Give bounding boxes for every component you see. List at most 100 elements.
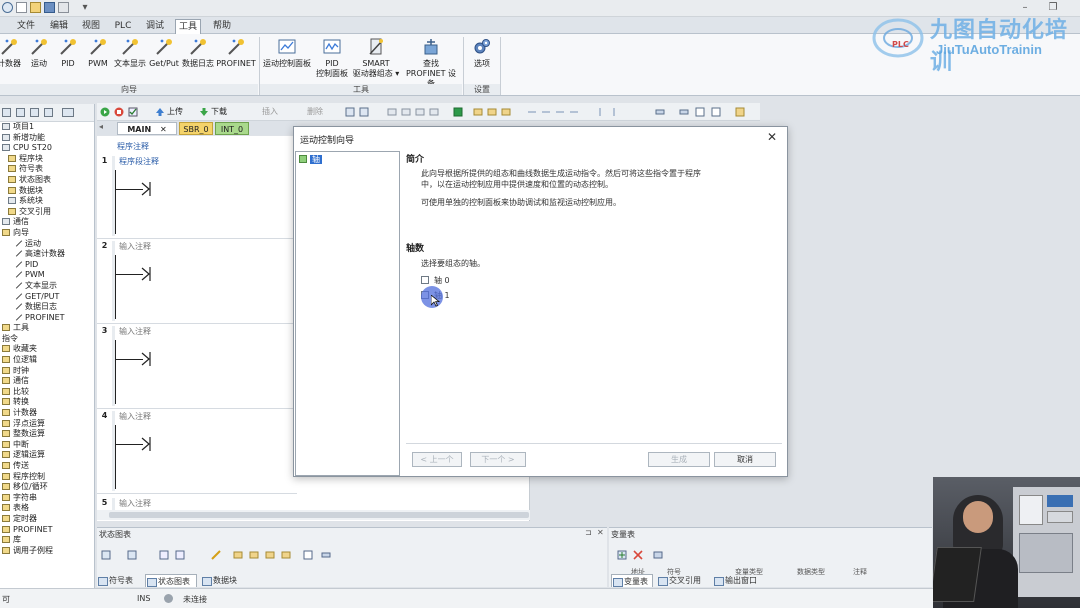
tree-item[interactable]: 文本显示 [0,281,94,292]
ribbon-options-button[interactable]: 选项 [466,37,498,69]
toolbar-icon[interactable] [429,107,439,117]
toolbar-icon[interactable] [541,107,551,117]
tree-item[interactable]: 移位/循环 [0,482,94,493]
tree-item[interactable]: CPU ST20 [0,143,94,154]
tree-item[interactable]: 逻辑运算 [0,450,94,461]
toolbar-icon[interactable] [569,107,579,117]
ribbon-pwm-button[interactable]: PWM [85,37,111,69]
toolbar-icon[interactable] [453,107,463,117]
tree-item[interactable]: 状态图表 [0,175,94,186]
download-button[interactable]: 下载 [211,106,227,117]
ribbon-motion-panel-button[interactable]: 运动控制面板 [261,37,313,69]
tab-data-block[interactable]: 数据块 [201,574,247,587]
toolbar-icon[interactable] [679,107,689,117]
toolbar-icon[interactable] [175,550,185,560]
toolbar-icon[interactable] [415,107,425,117]
delete-button[interactable]: 删除 [307,106,323,117]
tab-symbol-table[interactable]: 符号表 [97,574,143,587]
ladder-network[interactable]: 1 程序段注释 [97,156,297,239]
upload-icon[interactable] [155,107,165,117]
tree-item[interactable]: 项目1 [0,122,94,133]
toolbar-icon[interactable] [653,550,663,560]
tree-item[interactable]: 收藏夹 [0,344,94,355]
tree-item[interactable]: 计数器 [0,408,94,419]
toolbar-icon[interactable] [735,107,745,117]
tree-item[interactable]: 新增功能 [0,133,94,144]
tab-sbr0[interactable]: SBR_0 [179,122,213,135]
save-icon[interactable] [44,2,55,13]
tab-variable-table[interactable]: 变量表 [611,574,653,587]
toolbar-icon[interactable] [233,550,243,560]
tree-item[interactable]: 高速计数器 [0,249,94,260]
tab-int0[interactable]: INT_0 [215,122,249,135]
tree-item[interactable]: 比较 [0,387,94,398]
tree-item[interactable]: 库 [0,535,94,546]
tree-item[interactable]: 数据块 [0,186,94,197]
menu-tab-view[interactable]: 视图 [80,19,102,33]
toolbar-icon[interactable] [487,107,497,117]
toolbar-icon[interactable] [595,107,605,117]
tab-main[interactable]: MAIN ✕ [117,122,177,135]
download-icon[interactable] [199,107,209,117]
pin-icon[interactable]: ⊐ [585,528,592,537]
toolbar-icon[interactable] [265,550,275,560]
toolbar-icon[interactable] [127,550,137,560]
menu-tab-help[interactable]: 帮助 [210,19,234,33]
ribbon-getput-button[interactable]: Get/Put [148,37,180,69]
generate-button[interactable]: 生成 [648,452,710,467]
ribbon-smart-drive-button[interactable]: SMART 驱动器组态 ▾ [350,37,402,79]
close-icon[interactable]: ✕ [597,528,604,537]
wizard-nav-item-axis[interactable]: 轴 [299,154,322,165]
tree-item[interactable]: 表格 [0,503,94,514]
tree-item[interactable]: 程序控制 [0,472,94,483]
prev-button[interactable]: < 上一个 [412,452,462,467]
pencil-icon[interactable] [211,550,221,560]
toolbar-icon[interactable] [401,107,411,117]
toolbar-icon[interactable] [609,107,619,117]
close-icon[interactable]: ✕ [765,130,779,144]
insert-row-icon[interactable] [617,550,627,560]
tree-item[interactable]: 调用子例程 [0,546,94,557]
menu-tab-debug[interactable]: 调试 [143,19,167,33]
axis0-checkbox[interactable] [421,276,429,284]
tree-tool-icon[interactable] [62,108,74,117]
tab-status-chart[interactable]: 状态图表 [145,574,197,587]
tree-item[interactable]: 运动 [0,239,94,250]
menu-tab-file[interactable]: 文件 [15,19,37,33]
toolbar-icon[interactable] [711,107,721,117]
toolbar-icon[interactable] [249,550,259,560]
menu-tab-edit[interactable]: 编辑 [47,19,71,33]
next-button[interactable]: 下一个 > [470,452,526,467]
menu-tab-plc[interactable]: PLC [113,19,133,33]
tree-item[interactable]: 浮点运算 [0,419,94,430]
toolbar-icon[interactable] [321,550,331,560]
tree-item[interactable]: 整数运算 [0,429,94,440]
ribbon-counter-button[interactable]: 计数器 [0,37,22,69]
tree-item[interactable]: 工具 [0,323,94,334]
tree-item[interactable]: 转换 [0,397,94,408]
ribbon-find-profinet-button[interactable]: 查找 PROFINET 设备 [402,37,460,89]
tabs-scroll-left-icon[interactable]: ◂ [99,122,103,131]
tree-item[interactable]: GET/PUT [0,292,94,303]
toolbar-icon[interactable] [695,107,705,117]
tree-item[interactable]: PID [0,260,94,271]
tree-item[interactable]: 定时器 [0,514,94,525]
toolbar-icon[interactable] [655,107,665,117]
axis0-checkbox-row[interactable]: 轴 0 [421,276,450,286]
tree-item[interactable]: 指令 [0,334,94,345]
toolbar-icon[interactable] [159,550,169,560]
ribbon-pid-button[interactable]: PID [56,37,80,69]
ribbon-profinet-button[interactable]: PROFINET [216,37,256,69]
ladder-network[interactable]: 2 输入注释 [97,241,297,324]
tab-close-icon[interactable]: ✕ [160,125,167,134]
tree-item[interactable]: 位逻辑 [0,355,94,366]
program-comment[interactable]: 程序注释 [117,141,149,152]
stop-icon[interactable] [114,107,124,117]
tree-item[interactable]: 数据日志 [0,302,94,313]
open-folder-icon[interactable] [30,2,41,13]
ribbon-data-log-button[interactable]: 数据日志 [180,37,216,69]
toolbar-icon[interactable] [387,107,397,117]
network-comment[interactable]: 程序段注释 [119,156,159,167]
tree-item[interactable]: PROFINET [0,313,94,324]
ladder-network[interactable]: 3 输入注释 [97,326,297,409]
